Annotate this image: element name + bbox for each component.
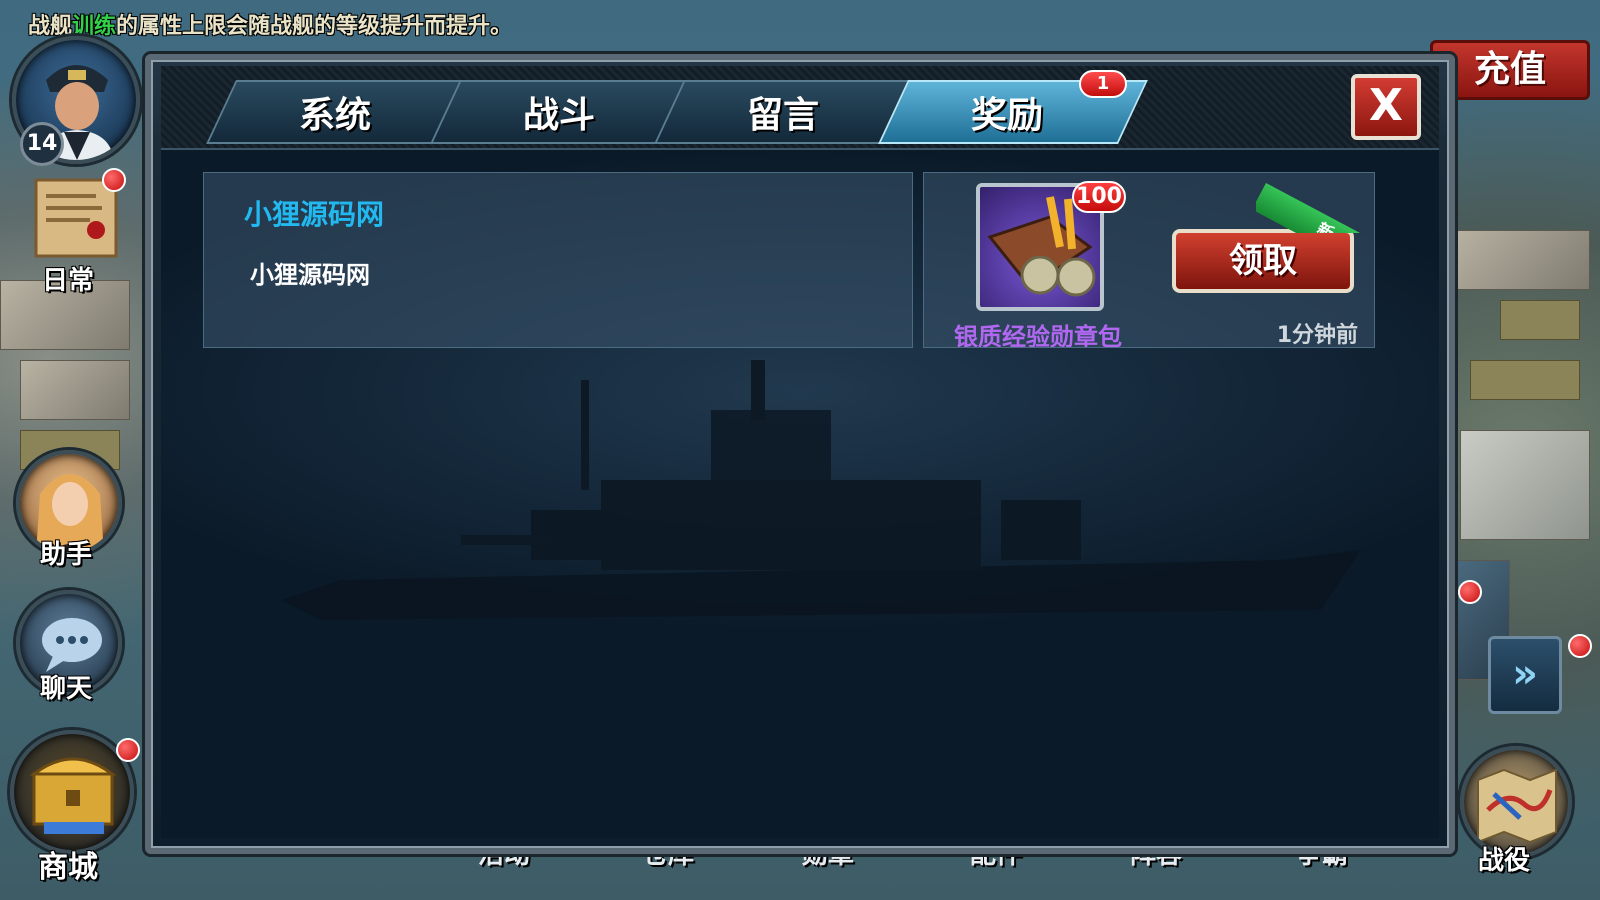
shop-button[interactable]: 商城 bbox=[6, 730, 146, 890]
close-button[interactable]: X bbox=[1351, 74, 1421, 140]
daily-button[interactable]: 日常 bbox=[18, 168, 128, 298]
assistant-button[interactable]: 助手 bbox=[12, 450, 142, 580]
campaign-button[interactable]: 战役 bbox=[1456, 746, 1596, 886]
shop-label: 商城 bbox=[38, 850, 98, 885]
reward-item-name: 银质经验勋章包 bbox=[954, 323, 1122, 348]
background-building bbox=[1450, 230, 1590, 290]
claim-button[interactable]: 领取 bbox=[1172, 229, 1354, 293]
shop-notification-dot bbox=[116, 738, 140, 762]
mail-panel: 系统 战斗 留言 奖励 1 X 小狸源码网 小狸源码网 100 银质经验勋章包 … bbox=[145, 54, 1455, 854]
message-title: 小狸源码网 bbox=[244, 198, 385, 231]
background-building bbox=[20, 360, 130, 420]
player-avatar-button[interactable]: 14 bbox=[12, 36, 142, 166]
assistant-label: 助手 bbox=[40, 540, 93, 570]
treasure-chest-icon bbox=[29, 757, 117, 834]
mail-content-area: 小狸源码网 小狸源码网 100 银质经验勋章包 领取 新 1分钟前 bbox=[161, 148, 1439, 838]
reward-timestamp: 1分钟前 bbox=[1276, 323, 1358, 348]
double-chevron-right-icon: » bbox=[1512, 651, 1538, 697]
campaign-label: 战役 bbox=[1478, 846, 1531, 876]
battleship-silhouette bbox=[281, 360, 1361, 620]
tab-system[interactable]: 系统 bbox=[215, 86, 455, 138]
background-vehicle bbox=[1500, 300, 1580, 340]
background-vehicle bbox=[1470, 360, 1580, 400]
new-label: 新 bbox=[1256, 183, 1374, 233]
chat-button[interactable]: 聊天 bbox=[12, 590, 142, 710]
right-notification-dot bbox=[1458, 580, 1482, 604]
expand-notification-dot bbox=[1568, 634, 1592, 658]
tab-bar: 系统 战斗 留言 奖励 1 X bbox=[161, 66, 1439, 148]
mail-message-card[interactable]: 小狸源码网 小狸源码网 bbox=[203, 172, 913, 348]
background-building bbox=[1460, 430, 1590, 540]
expand-menu-button[interactable]: » bbox=[1488, 636, 1562, 714]
close-icon: X bbox=[1369, 80, 1403, 131]
reward-card: 100 银质经验勋章包 领取 新 1分钟前 bbox=[923, 172, 1375, 348]
item-quantity-badge: 100 bbox=[1072, 181, 1126, 213]
player-level-badge: 14 bbox=[20, 122, 64, 166]
tab-battle[interactable]: 战斗 bbox=[439, 86, 679, 138]
chat-label: 聊天 bbox=[40, 674, 93, 704]
new-ribbon: 新 bbox=[1256, 173, 1374, 233]
message-body: 小狸源码网 bbox=[250, 261, 370, 289]
notice-suffix: 的属性上限会随战舰的等级提升而提升。 bbox=[116, 14, 513, 39]
tab-messages[interactable]: 留言 bbox=[663, 86, 903, 138]
daily-label: 日常 bbox=[42, 266, 95, 296]
daily-notification-dot bbox=[102, 168, 126, 192]
rewards-count-badge: 1 bbox=[1079, 70, 1127, 98]
